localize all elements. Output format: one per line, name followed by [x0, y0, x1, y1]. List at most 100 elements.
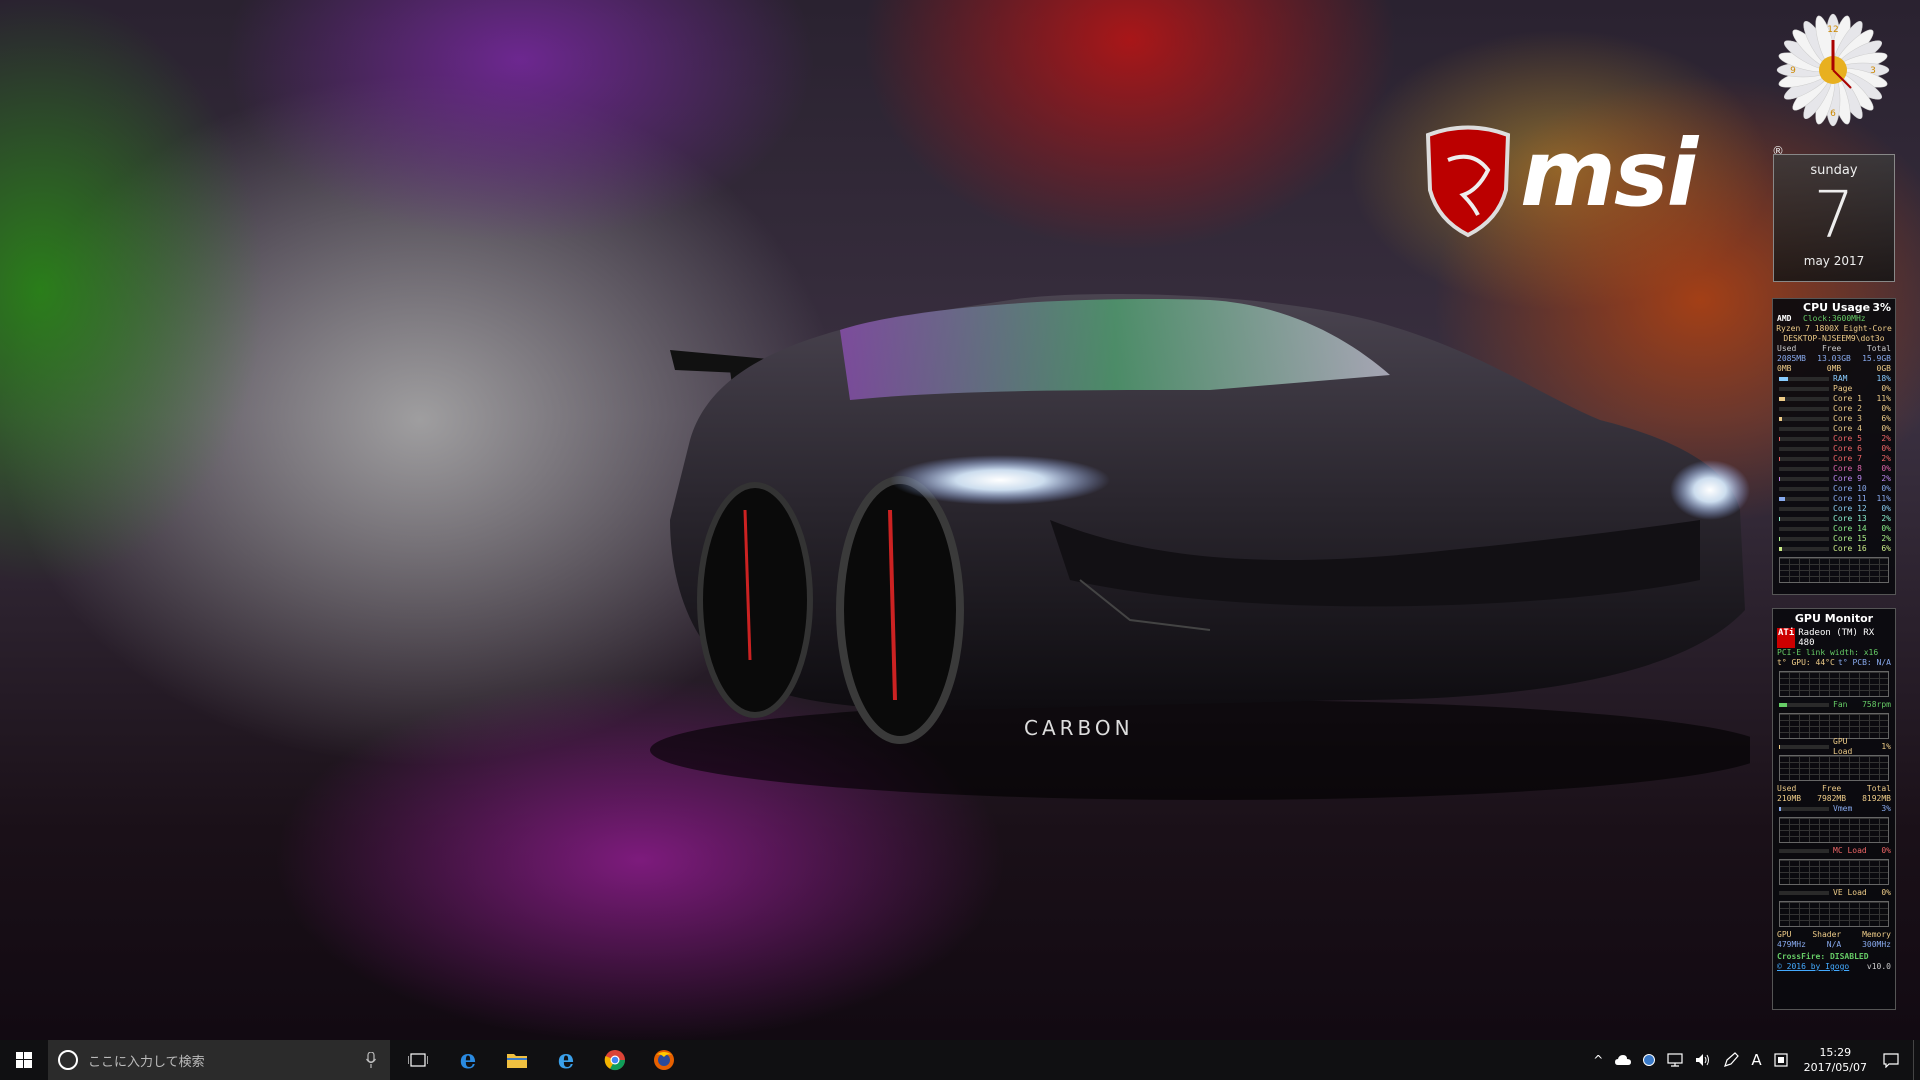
ve-load-label: VE Load: [1833, 888, 1867, 897]
vmem-used: 210MB: [1777, 794, 1802, 803]
gpu-monitor-gadget[interactable]: GPU Monitor ATi Radeon (TM) RX 480 PCI-E…: [1772, 608, 1896, 1010]
flower-clock-gadget[interactable]: 12 3 6 9: [1773, 10, 1893, 130]
clock-header-gpu: GPU: [1777, 930, 1792, 939]
onedrive-cloud-icon[interactable]: [1615, 1054, 1632, 1066]
action-center-notification-icon[interactable]: [1883, 1052, 1899, 1068]
mem-row-2: 0MB 0MB 0GB: [1773, 364, 1895, 374]
file-explorer-button[interactable]: [495, 1040, 539, 1080]
cpu-row-label: Core 16: [1833, 544, 1867, 553]
gpu-model: Radeon (TM) RX 480: [1798, 628, 1875, 648]
ve-load-graph: [1779, 901, 1889, 927]
msi-dragon-shield-icon: [1425, 125, 1511, 238]
microphone-icon[interactable]: [366, 1052, 376, 1068]
cpu-row-pct: 0%: [1881, 524, 1891, 533]
memory-clock: 300MHz: [1862, 940, 1891, 949]
internet-explorer-icon: e: [557, 1045, 575, 1075]
show-hidden-icons-chevron-icon[interactable]: ^: [1593, 1053, 1603, 1067]
gpu-load-bar: [1779, 745, 1829, 749]
mem-header-used: Used: [1777, 344, 1797, 353]
cpu-row-label: Core 10: [1833, 484, 1867, 493]
mc-load-value: 0%: [1881, 846, 1891, 855]
ve-load-row: VE Load 0%: [1773, 888, 1895, 898]
cpu-row-label: Core 11: [1833, 494, 1867, 503]
amd-logo: AMD: [1777, 314, 1792, 323]
ime-mode-indicator[interactable]: A: [1751, 1051, 1761, 1069]
gpu-load-graph: [1779, 755, 1889, 781]
search-box[interactable]: ここに入力して検索: [48, 1040, 390, 1080]
cpu-row-label: Core 6: [1833, 444, 1862, 453]
mem-used: 2085MB: [1777, 354, 1806, 363]
vmem-total: 8192MB: [1862, 794, 1891, 803]
cpu-row-core-3: Core 3 6%: [1773, 414, 1895, 424]
desktop-wallpaper: CARBON msi ® 12 3 6 9 sunday 7 may 2017 …: [0, 0, 1920, 1040]
gpu-title: GPU Monitor: [1794, 612, 1874, 625]
volume-icon[interactable]: [1695, 1053, 1711, 1067]
cpu-row-pct: 0%: [1881, 484, 1891, 493]
cpu-row-bar: [1779, 457, 1829, 461]
task-view-button[interactable]: [396, 1040, 440, 1080]
page-free: 0MB: [1826, 364, 1842, 373]
cpu-row-bar: [1779, 527, 1829, 531]
start-button[interactable]: [0, 1040, 48, 1080]
internet-explorer-button[interactable]: e: [544, 1040, 588, 1080]
gpu-pcie: PCI-E link width: x16: [1777, 648, 1879, 657]
vmem-label: Vmem: [1833, 804, 1853, 813]
cpu-row-bar: [1779, 437, 1829, 441]
windows-logo-icon: [16, 1052, 32, 1068]
cpu-usage-gadget[interactable]: CPU Usage 3% AMD Clock:3600MHz Ryzen 7 1…: [1772, 298, 1896, 595]
car-image: [650, 294, 1750, 800]
cpu-row-core-13: Core 13 2%: [1773, 514, 1895, 524]
network-icon[interactable]: [1667, 1053, 1683, 1067]
cpu-row-label: Core 4: [1833, 424, 1862, 433]
cpu-row-pct: 2%: [1881, 434, 1891, 443]
cpu-row-core-14: Core 14 0%: [1773, 524, 1895, 534]
vmem-header-used: Used: [1777, 784, 1797, 793]
taskbar: ここに入力して検索 e e ^ A 15:29 2017/05/07: [0, 1040, 1920, 1080]
cpu-row-bar: [1779, 517, 1829, 521]
cpu-row-bar: [1779, 507, 1829, 511]
carbon-badge: CARBON: [1024, 716, 1134, 740]
cpu-row-bar: [1779, 547, 1829, 551]
folder-icon: [507, 1054, 527, 1068]
calendar-gadget[interactable]: sunday 7 may 2017: [1773, 154, 1895, 282]
vmem-free: 7982MB: [1817, 794, 1847, 803]
security-shield-icon[interactable]: [1643, 1054, 1656, 1066]
clock-numeral-6: 6: [1830, 109, 1836, 119]
cpu-row-core-8: Core 8 0%: [1773, 464, 1895, 474]
edge-button[interactable]: e: [446, 1040, 490, 1080]
cpu-row-bar: [1779, 377, 1829, 381]
gpu-clock: 479MHz: [1777, 940, 1806, 949]
vmem-headers: Used Free Total: [1773, 784, 1895, 794]
cpu-row-pct: 2%: [1881, 534, 1891, 543]
ime-pad-icon[interactable]: [1773, 1053, 1788, 1067]
crossfire-status: CrossFire: DISABLED: [1777, 952, 1869, 961]
cpu-row-ram: RAM 18%: [1773, 374, 1895, 384]
show-desktop-button[interactable]: [1913, 1040, 1920, 1080]
vmem-header-total: Total: [1866, 784, 1891, 793]
credit-link[interactable]: © 2016 by Igogo: [1777, 962, 1849, 972]
chrome-button[interactable]: [593, 1040, 637, 1080]
cpu-row-label: Core 2: [1833, 404, 1862, 413]
cpu-row-label: RAM: [1833, 374, 1848, 383]
firefox-icon: [654, 1050, 674, 1070]
cpu-row-core-12: Core 12 0%: [1773, 504, 1895, 514]
gpu-load-row: GPU Load 1%: [1773, 737, 1895, 756]
cpu-row-label: Core 13: [1833, 514, 1867, 523]
mem-row-1: 2085MB 13.03GB 15.9GB: [1773, 354, 1895, 364]
cpu-row-label: Core 14: [1833, 524, 1867, 533]
cpu-row-pct: 0%: [1881, 464, 1891, 473]
gpu-temp: t° GPU: 44°C: [1777, 658, 1835, 667]
clock-numeral-12: 12: [1827, 25, 1838, 35]
pen-workspace-icon[interactable]: [1723, 1052, 1740, 1068]
cpu-row-core-1: Core 1 11%: [1773, 394, 1895, 404]
cpu-row-bar: [1779, 397, 1829, 401]
firefox-button[interactable]: [642, 1040, 686, 1080]
cpu-row-core-10: Core 10 0%: [1773, 484, 1895, 494]
cpu-row-pct: 2%: [1881, 514, 1891, 523]
taskbar-clock[interactable]: 15:29 2017/05/07: [1804, 1045, 1867, 1075]
gpu-fan-graph: [1779, 713, 1889, 739]
vmem-graph: [1779, 817, 1889, 843]
cpu-row-bar: [1779, 497, 1829, 501]
edge-icon: e: [459, 1045, 477, 1075]
cpu-row-core-9: Core 9 2%: [1773, 474, 1895, 484]
